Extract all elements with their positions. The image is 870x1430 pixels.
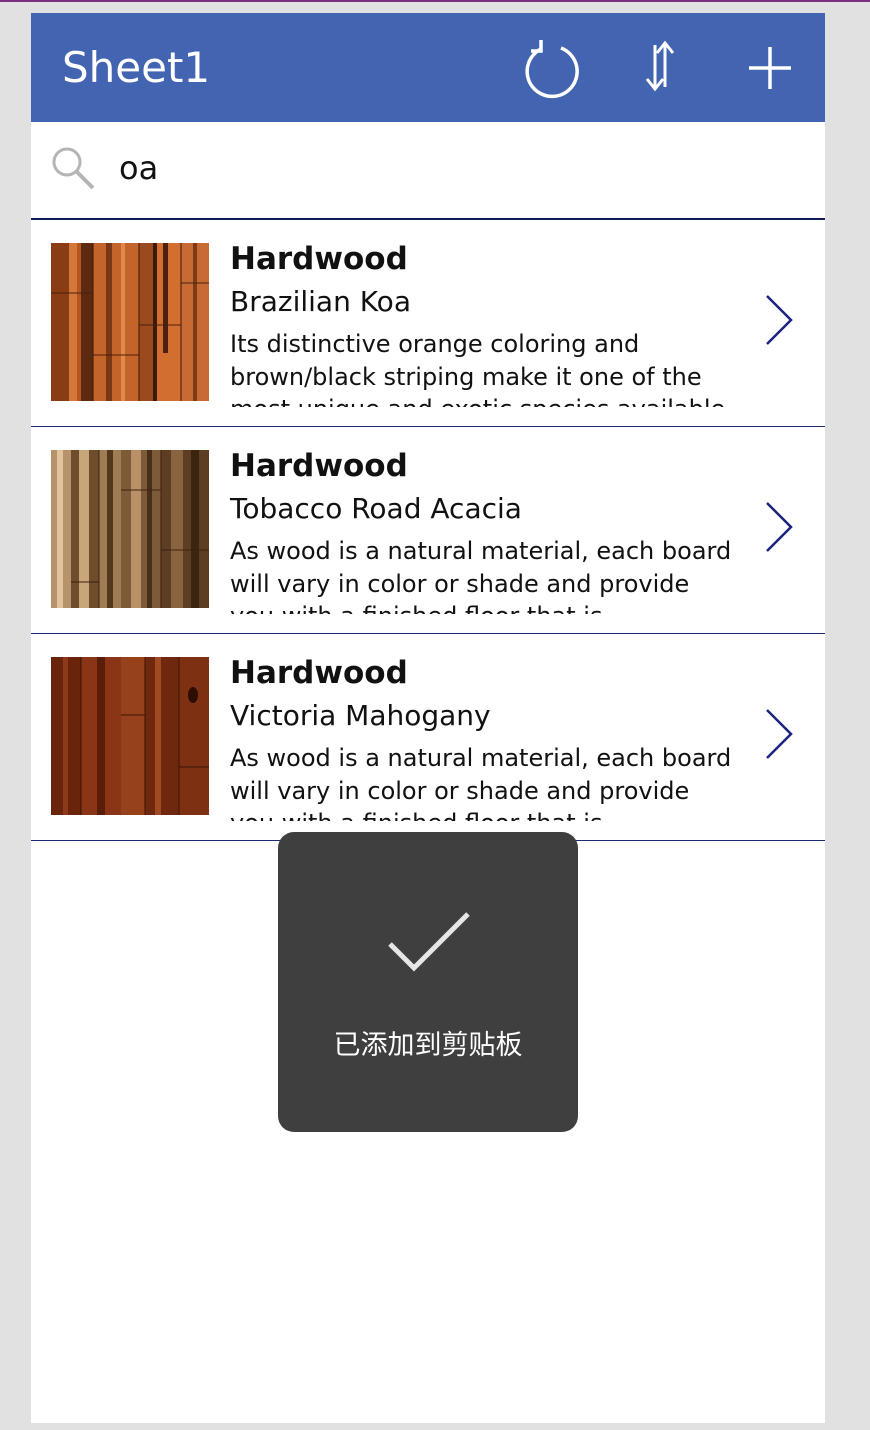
- header-bar: Sheet1: [31, 13, 825, 122]
- item-description: As wood is a natural material, each boar…: [230, 537, 732, 614]
- add-button[interactable]: [739, 35, 801, 101]
- list-item[interactable]: Hardwood Brazilian Koa Its distinctive o…: [31, 220, 825, 427]
- search-icon: [52, 147, 95, 190]
- tobacco-road-acacia-wood-thumbnail: [51, 450, 209, 608]
- item-description: As wood is a natural material, each boar…: [230, 744, 732, 821]
- list-item[interactable]: Hardwood Tobacco Road Acacia As wood is …: [31, 427, 825, 634]
- toast-notification: 已添加到剪贴板: [278, 832, 578, 1132]
- search-bar: [31, 122, 825, 220]
- brazilian-koa-wood-thumbnail: [51, 243, 209, 401]
- sort-icon: [645, 40, 675, 92]
- plus-icon: [749, 47, 791, 89]
- chevron-right-icon[interactable]: [761, 290, 797, 350]
- victoria-mahogany-wood-thumbnail: [51, 657, 209, 815]
- app-screen: Sheet1 oa Hardwood Brazilian Koa Its dis…: [31, 13, 825, 1423]
- chevron-right-icon[interactable]: [761, 704, 797, 764]
- item-name: Brazilian Koa: [230, 285, 411, 318]
- refresh-icon: [525, 40, 579, 99]
- item-name: Victoria Mahogany: [230, 699, 491, 732]
- item-description: Its distinctive orange coloring and brow…: [230, 330, 725, 407]
- gallery-list: Hardwood Brazilian Koa Its distinctive o…: [31, 220, 825, 841]
- item-category: Hardwood: [230, 448, 408, 484]
- chevron-right-icon[interactable]: [761, 497, 797, 557]
- toast-message: 已添加到剪贴板: [333, 1030, 523, 1061]
- window-top-accent: [0, 0, 870, 2]
- search-input[interactable]: [117, 144, 801, 192]
- sort-button[interactable]: [629, 35, 691, 101]
- item-category: Hardwood: [230, 241, 408, 277]
- item-name: Tobacco Road Acacia: [230, 492, 522, 525]
- checkmark-icon: [388, 912, 470, 972]
- page-title: Sheet1: [62, 43, 211, 92]
- list-item[interactable]: Hardwood Victoria Mahogany As wood is a …: [31, 634, 825, 841]
- refresh-button[interactable]: [521, 35, 583, 101]
- item-category: Hardwood: [230, 655, 408, 691]
